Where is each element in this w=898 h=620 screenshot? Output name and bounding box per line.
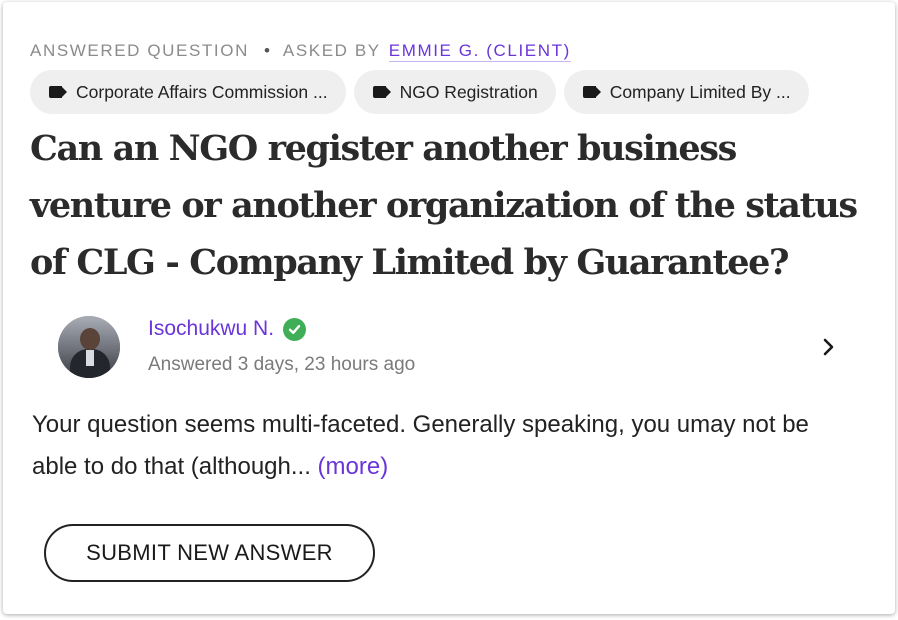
answered-time: Answered 3 days, 23 hours ago bbox=[148, 354, 416, 375]
answer-excerpt: Your question seems multi-faceted. Gener… bbox=[32, 404, 852, 488]
submit-new-answer-button[interactable]: SUBMIT NEW ANSWER bbox=[44, 524, 375, 582]
tag-icon bbox=[49, 86, 67, 98]
question-card: ANSWERED QUESTION • ASKED BY EMMIE G. (C… bbox=[3, 2, 895, 614]
tag-icon bbox=[372, 86, 391, 98]
check-circle-icon bbox=[283, 317, 307, 341]
question-title[interactable]: Can an NGO register another business ven… bbox=[30, 120, 875, 291]
answer-excerpt-text: Your question seems multi-faceted. Gener… bbox=[32, 411, 809, 480]
asked-by-label: ASKED BY bbox=[282, 41, 381, 60]
tag-company-limited-by[interactable]: Company Limited By ... bbox=[563, 70, 809, 114]
meta-separator: • bbox=[263, 41, 270, 60]
tag-label: Corporate Affairs Commission ... bbox=[76, 81, 328, 102]
avatar bbox=[58, 316, 120, 378]
more-link[interactable]: (more) bbox=[318, 453, 389, 480]
tag-ngo-registration[interactable]: NGO Registration bbox=[353, 70, 556, 114]
tag-corporate-affairs-commission[interactable]: Corporate Affairs Commission ... bbox=[30, 70, 346, 114]
tag-label: NGO Registration bbox=[399, 81, 538, 102]
question-status: ANSWERED QUESTION bbox=[30, 41, 249, 60]
answerer-name-row: Isochukwu N. bbox=[148, 317, 307, 341]
asker-link[interactable]: EMMIE G. (CLIENT) bbox=[388, 41, 571, 62]
answerer-name[interactable]: Isochukwu N. bbox=[148, 317, 274, 341]
tag-list: Corporate Affairs Commission ... NGO Reg… bbox=[30, 70, 817, 114]
answer-author-row[interactable]: Isochukwu N. Answered 3 days, 23 hours a… bbox=[55, 314, 855, 380]
tag-label: Company Limited By ... bbox=[609, 81, 791, 102]
tag-icon bbox=[582, 86, 601, 98]
chevron-right-icon[interactable] bbox=[820, 334, 838, 360]
question-meta: ANSWERED QUESTION • ASKED BY EMMIE G. (C… bbox=[30, 40, 571, 62]
